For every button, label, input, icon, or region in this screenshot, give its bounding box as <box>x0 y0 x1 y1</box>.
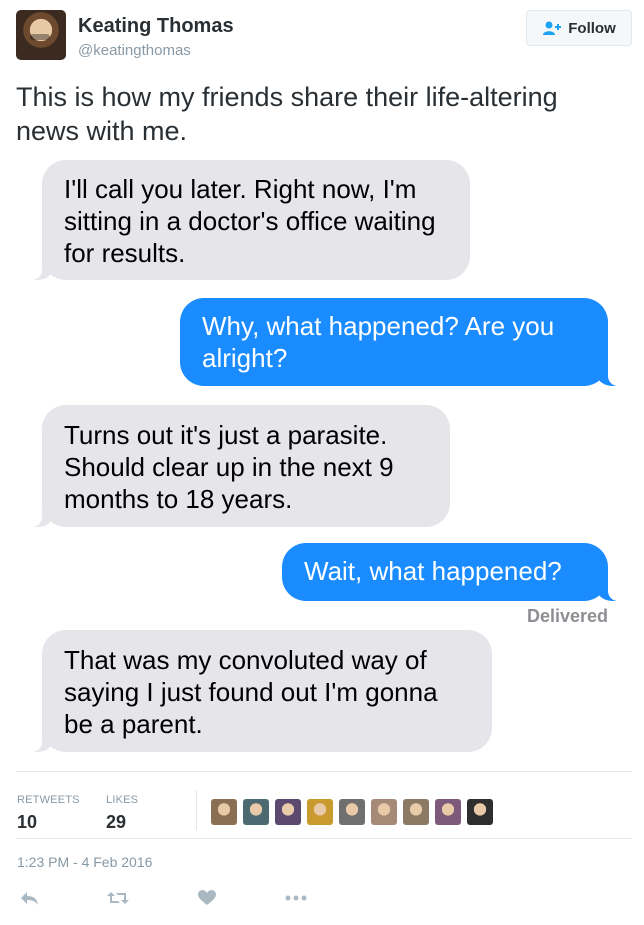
add-user-icon <box>543 21 562 35</box>
tweet-actions <box>18 888 307 908</box>
retweets-stat[interactable]: RETWEETS 10 <box>17 794 80 833</box>
liker-avatar[interactable] <box>435 799 461 825</box>
reply-button[interactable] <box>18 888 40 908</box>
stats-separator <box>196 790 197 830</box>
message-bubble-incoming: Turns out it's just a parasite. Should c… <box>16 405 450 527</box>
divider <box>16 838 632 839</box>
likes-label: LIKES <box>106 794 139 806</box>
liker-avatar[interactable] <box>243 799 269 825</box>
tweet-text: This is how my friends share their life-… <box>16 82 558 146</box>
message-bubble-incoming: That was my convoluted way of saying I j… <box>16 630 492 752</box>
liker-avatars <box>211 799 493 825</box>
retweets-count: 10 <box>17 812 38 832</box>
follow-button[interactable]: Follow <box>526 10 632 46</box>
tweet-header: Keating Thomas @keatingthomas Follow <box>16 10 632 66</box>
liker-avatar[interactable] <box>275 799 301 825</box>
like-button[interactable] <box>196 888 218 908</box>
delivered-status: Delivered <box>526 606 608 626</box>
user-handle[interactable]: @keatingthomas <box>78 42 191 59</box>
liker-avatar[interactable] <box>371 799 397 825</box>
tweet-timestamp[interactable]: 1:23 PM - 4 Feb 2016 <box>17 854 152 870</box>
more-icon <box>285 895 307 901</box>
more-button[interactable] <box>285 888 307 908</box>
message-bubble-outgoing: Why, what happened? Are you alright? <box>180 298 634 386</box>
liker-avatar[interactable] <box>307 799 333 825</box>
heart-icon <box>198 890 216 905</box>
reply-icon <box>21 892 38 905</box>
user-name[interactable]: Keating Thomas <box>78 15 234 38</box>
retweets-label: RETWEETS <box>17 794 80 806</box>
likes-stat[interactable]: LIKES 29 <box>106 794 138 833</box>
liker-avatar[interactable] <box>339 799 365 825</box>
message-bubble-outgoing: Wait, what happened? <box>282 543 634 601</box>
likes-count: 29 <box>106 812 127 832</box>
liker-avatar[interactable] <box>467 799 493 825</box>
retweet-icon <box>107 892 129 904</box>
retweet-button[interactable] <box>107 888 129 908</box>
message-bubble-incoming: I'll call you later. Right now, I'm sitt… <box>16 160 470 280</box>
liker-avatar[interactable] <box>403 799 429 825</box>
user-avatar[interactable] <box>16 10 66 60</box>
liker-avatar[interactable] <box>211 799 237 825</box>
divider <box>16 771 632 772</box>
follow-label: Follow <box>568 19 616 37</box>
